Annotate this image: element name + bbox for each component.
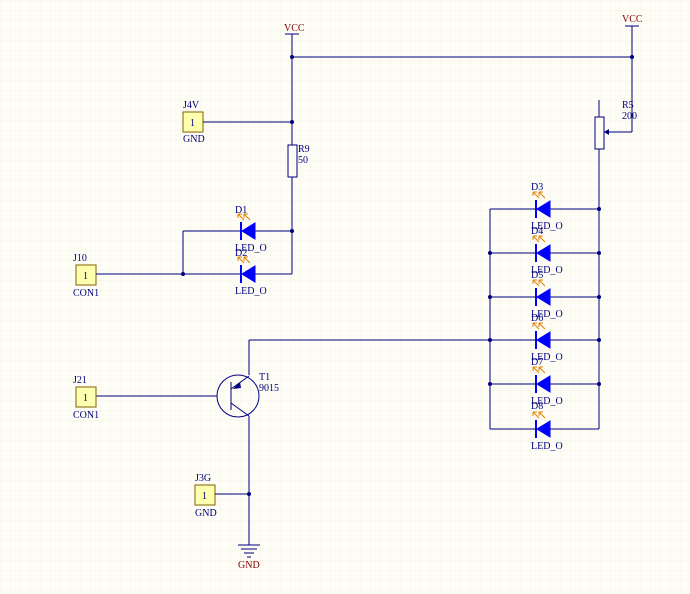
junction-d6-r	[597, 338, 601, 342]
junction-j10	[181, 272, 185, 276]
t1-ref: T1	[259, 372, 270, 383]
d6-ref: D6	[531, 313, 543, 324]
junction-d7-r	[597, 382, 601, 386]
j21-pin: 1	[83, 393, 88, 404]
d2-ref: D2	[235, 248, 247, 259]
j3g-value: GND	[195, 508, 217, 519]
j4v-ref: J4V	[183, 100, 200, 111]
d5-ref: D5	[531, 270, 543, 281]
vcc-right-label: VCC	[622, 14, 643, 25]
r9-ref: R9	[298, 144, 310, 155]
j4v-pin: 1	[190, 118, 195, 129]
j4v-value: GND	[183, 134, 205, 145]
r9-value: 50	[298, 155, 308, 166]
j21-ref: J21	[73, 375, 87, 386]
d8-value: LED_O	[531, 441, 563, 452]
d3-ref: D3	[531, 182, 543, 193]
r5-value: 200	[622, 111, 637, 122]
junction-d4-l	[488, 251, 492, 255]
vcc-left-label: VCC	[284, 23, 305, 34]
d4-ref: D4	[531, 226, 543, 237]
junction-d3-r	[597, 207, 601, 211]
j3g-ref: J3G	[195, 473, 211, 484]
schematic-canvas: VCC VCC 1 J4V GND R9 50 D1 LED_O D2 LED_…	[0, 0, 690, 594]
j10-value: CON1	[73, 288, 99, 299]
junction-d7-l	[488, 382, 492, 386]
junction-d5-r	[597, 295, 601, 299]
junction-d4-r	[597, 251, 601, 255]
d7-ref: D7	[531, 357, 543, 368]
t1-value: 9015	[259, 383, 279, 394]
junction-d5-l	[488, 295, 492, 299]
d2-value: LED_O	[235, 286, 267, 297]
r5-ref: R5	[622, 100, 634, 111]
j10-ref: J10	[73, 253, 87, 264]
j10-pin: 1	[83, 271, 88, 282]
d1-ref: D1	[235, 205, 247, 216]
gnd-label: GND	[238, 560, 260, 571]
j21-value: CON1	[73, 410, 99, 421]
d8-ref: D8	[531, 401, 543, 412]
j3g-pin: 1	[202, 491, 207, 502]
